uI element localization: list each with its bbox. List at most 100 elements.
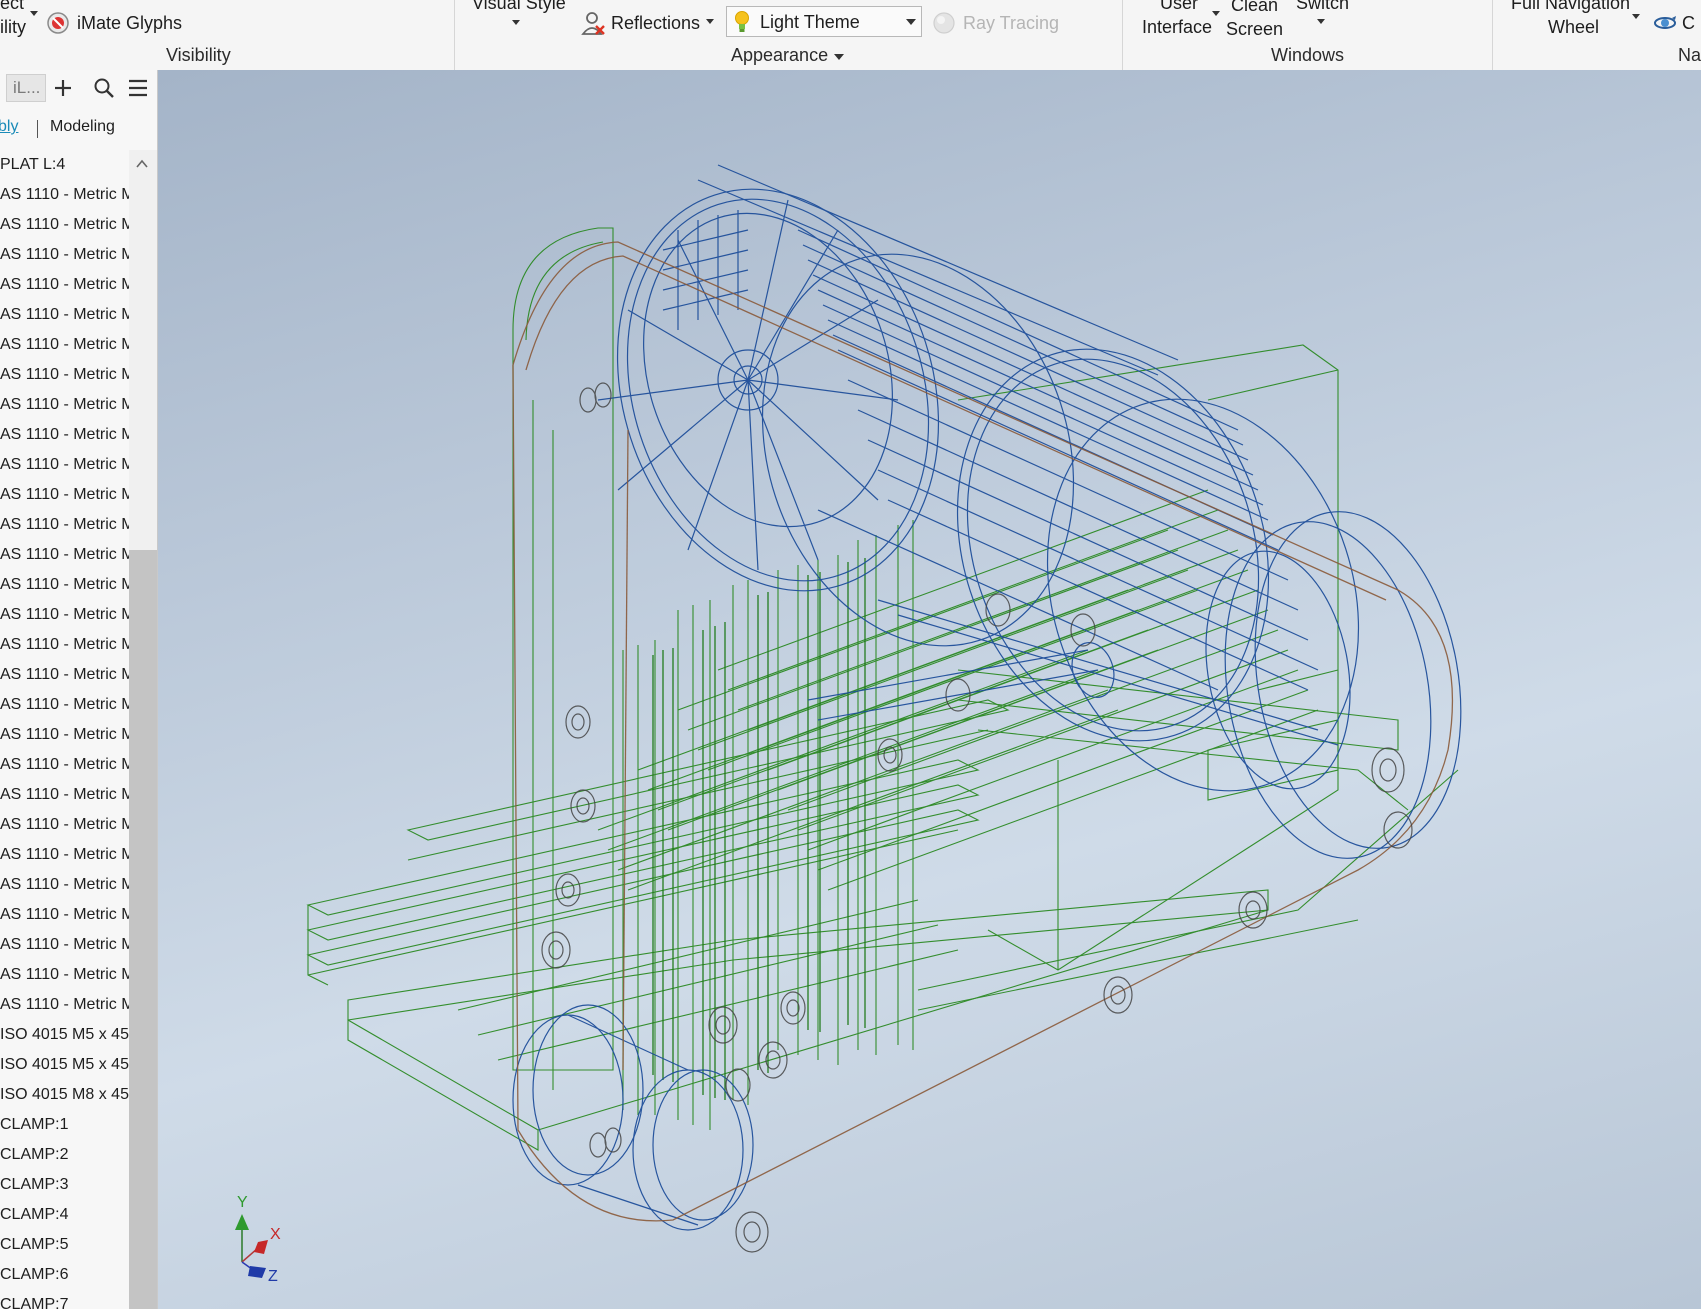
tab-divider bbox=[37, 120, 38, 138]
visual-style-button[interactable]: Visual Style bbox=[472, 0, 566, 14]
full-navigation-wheel-button[interactable]: Wheel bbox=[1548, 16, 1599, 38]
orbit-icon[interactable] bbox=[1652, 10, 1678, 36]
add-icon[interactable] bbox=[52, 77, 74, 99]
tab-assembly[interactable]: bly bbox=[0, 118, 18, 136]
browser-tree-item[interactable]: AS 1110 - Metric M bbox=[0, 900, 130, 930]
windows-panel-label: Windows bbox=[1271, 45, 1345, 65]
appearance-panel-label[interactable]: Appearance bbox=[731, 45, 828, 66]
hamburger-menu-icon[interactable] bbox=[127, 77, 149, 99]
switch-button[interactable]: Switch bbox=[1296, 0, 1349, 14]
user-interface-button-line1[interactable]: User bbox=[1160, 0, 1198, 14]
ray-tracing-button: Ray Tracing bbox=[963, 13, 1060, 33]
browser-tree-item[interactable]: CLAMP:4 bbox=[0, 1200, 130, 1230]
browser-tree-item[interactable]: AS 1110 - Metric M bbox=[0, 180, 130, 210]
tab-modeling[interactable]: Modeling bbox=[50, 118, 115, 136]
browser-tree-item[interactable]: CLAMP:1 bbox=[0, 1110, 130, 1140]
view-triad[interactable]: Y X Z bbox=[220, 1194, 300, 1290]
browser-tree-item[interactable]: AS 1110 - Metric M bbox=[0, 450, 130, 480]
browser-toolbar: iL... bbox=[0, 70, 157, 106]
clean-screen-button-line1[interactable]: Clean bbox=[1231, 0, 1278, 16]
browser-tree-item[interactable]: ISO 4015 M5 x 45 bbox=[0, 1020, 130, 1050]
graphics-viewport[interactable]: Y X Z bbox=[158, 70, 1701, 1309]
browser-tree-item[interactable]: AS 1110 - Metric M bbox=[0, 870, 130, 900]
panel-divider bbox=[1122, 0, 1123, 70]
triad-x-label: X bbox=[270, 1226, 281, 1243]
browser-tree-item[interactable]: AS 1110 - Metric M bbox=[0, 300, 130, 330]
browser-filter-text: iL... bbox=[13, 78, 41, 97]
triad-z-label: Z bbox=[268, 1268, 278, 1285]
visual-style-dropdown-icon[interactable] bbox=[512, 20, 520, 25]
theme-select-chevron-icon[interactable] bbox=[901, 7, 921, 36]
panel-divider bbox=[1492, 0, 1493, 70]
triad-x-arrow-icon bbox=[254, 1240, 268, 1254]
browser-tree-item[interactable]: AS 1110 - Metric M bbox=[0, 270, 130, 300]
visibility-panel-label: Visibility bbox=[166, 45, 231, 65]
browser-tree-item[interactable]: AS 1110 - Metric M bbox=[0, 660, 130, 690]
orbit-button[interactable]: C bbox=[1682, 12, 1695, 34]
browser-tree: PLAT L:4 AS 1110 - Metric M AS 1110 - Metr… bbox=[0, 150, 130, 1309]
browser-tree-item[interactable]: AS 1110 - Metric M bbox=[0, 570, 130, 600]
browser-tree-item[interactable]: AS 1110 - Metric M bbox=[0, 540, 130, 570]
lightbulb-icon bbox=[733, 10, 751, 34]
panel-divider bbox=[454, 0, 455, 70]
search-icon[interactable] bbox=[93, 77, 115, 99]
browser-tree-item[interactable]: AS 1110 - Metric M bbox=[0, 960, 130, 990]
user-interface-dropdown-icon[interactable] bbox=[1212, 11, 1220, 16]
browser-tree-item[interactable]: AS 1110 - Metric M bbox=[0, 690, 130, 720]
theme-select-value: Light Theme bbox=[760, 12, 860, 32]
wireframe-assembly-model[interactable] bbox=[158, 70, 1701, 1309]
browser-tree-item[interactable]: AS 1110 - Metric M bbox=[0, 930, 130, 960]
switch-dropdown-icon[interactable] bbox=[1317, 19, 1325, 24]
reflections-icon[interactable] bbox=[580, 10, 606, 36]
browser-tree-item[interactable]: AS 1110 - Metric M bbox=[0, 720, 130, 750]
full-navigation-wheel-dropdown-icon[interactable] bbox=[1632, 14, 1640, 19]
motor-wireframe bbox=[512, 164, 1462, 1231]
browser-scrollbar-thumb[interactable] bbox=[129, 550, 157, 1309]
browser-tree-item[interactable]: AS 1110 - Metric M bbox=[0, 630, 130, 660]
browser-tree-item[interactable]: AS 1110 - Metric M bbox=[0, 480, 130, 510]
browser-tree-item[interactable]: AS 1110 - Metric M bbox=[0, 750, 130, 780]
browser-tree-item[interactable]: CLAMP:7 bbox=[0, 1290, 130, 1309]
imate-glyphs-button[interactable]: iMate Glyphs bbox=[77, 12, 182, 34]
browser-tree-item[interactable]: AS 1110 - Metric M bbox=[0, 210, 130, 240]
browser-tree-item[interactable]: AS 1110 - Metric M bbox=[0, 390, 130, 420]
ray-tracing-icon bbox=[932, 11, 956, 35]
user-interface-button[interactable]: Interface bbox=[1142, 16, 1212, 38]
triad-y-label: Y bbox=[237, 1194, 248, 1211]
browser-tree-item[interactable]: AS 1110 - Metric M bbox=[0, 420, 130, 450]
browser-tree-item[interactable]: CLAMP:6 bbox=[0, 1260, 130, 1290]
full-navigation-wheel-button-line1[interactable]: Full Navigation bbox=[1511, 0, 1630, 14]
frame-wireframe bbox=[306, 227, 1459, 1151]
browser-tree-item[interactable]: AS 1110 - Metric M bbox=[0, 840, 130, 870]
browser-tree-item[interactable]: CLAMP:2 bbox=[0, 1140, 130, 1170]
browser-tree-item[interactable]: AS 1110 - Metric M bbox=[0, 330, 130, 360]
browser-tree-item[interactable]: ISO 4015 M5 x 45 bbox=[0, 1050, 130, 1080]
browser-tree-item[interactable]: CLAMP:3 bbox=[0, 1170, 130, 1200]
browser-filter-box[interactable]: iL... bbox=[6, 74, 46, 102]
ribbon: ect ility iMate Glyphs Visibility Visual… bbox=[0, 0, 1701, 71]
reflections-dropdown-icon[interactable] bbox=[706, 19, 714, 24]
object-visibility-dropdown-icon[interactable] bbox=[30, 11, 38, 16]
object-visibility-label-top[interactable]: ect bbox=[0, 0, 24, 14]
browser-tree-item[interactable]: AS 1110 - Metric M bbox=[0, 780, 130, 810]
browser-tree-item[interactable]: ISO 4015 M8 x 45 bbox=[0, 1080, 130, 1110]
browser-tree-item[interactable]: AS 1110 - Metric M bbox=[0, 990, 130, 1020]
browser-tree-item[interactable]: AS 1110 - Metric M bbox=[0, 240, 130, 270]
appearance-panel-expand-icon[interactable] bbox=[834, 54, 844, 60]
navigate-panel-label: Na bbox=[1678, 45, 1701, 65]
imate-glyphs-icon[interactable] bbox=[46, 11, 70, 35]
browser-tree-item[interactable]: AS 1110 - Metric M bbox=[0, 600, 130, 630]
browser-tree-item[interactable]: AS 1110 - Metric M bbox=[0, 510, 130, 540]
browser-tree-item[interactable]: PLAT L:4 bbox=[0, 150, 130, 180]
triad-z-arrow-icon bbox=[248, 1266, 266, 1278]
clean-screen-button[interactable]: Screen bbox=[1226, 18, 1283, 40]
browser-tree-item[interactable]: AS 1110 - Metric M bbox=[0, 360, 130, 390]
scroll-up-chevron-icon[interactable] bbox=[136, 156, 148, 168]
browser-scrollbar[interactable] bbox=[129, 150, 157, 1309]
reflections-button[interactable]: Reflections bbox=[611, 12, 700, 34]
object-visibility-label-bottom[interactable]: ility bbox=[0, 16, 26, 38]
theme-select[interactable]: Light Theme bbox=[726, 6, 922, 37]
triad-y-arrow-icon bbox=[235, 1214, 249, 1230]
browser-tree-item[interactable]: CLAMP:5 bbox=[0, 1230, 130, 1260]
browser-tree-item[interactable]: AS 1110 - Metric M bbox=[0, 810, 130, 840]
